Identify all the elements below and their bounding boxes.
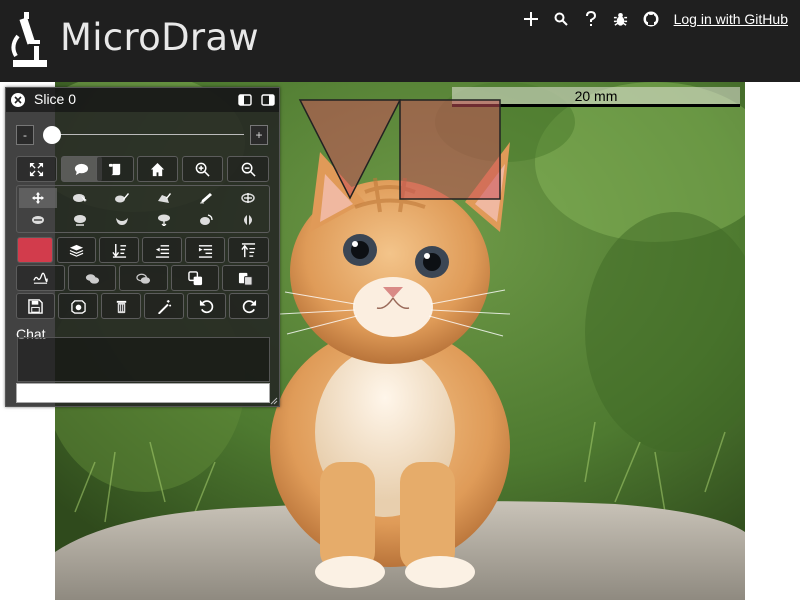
- delete-button[interactable]: [101, 293, 141, 319]
- shrink-region-icon: [116, 218, 128, 225]
- flip-tool-button[interactable]: [229, 210, 267, 230]
- draw-polygon-icon: [158, 193, 171, 203]
- undo-button[interactable]: [187, 293, 226, 319]
- notes-tool-button[interactable]: [96, 156, 134, 182]
- zoom-out-button[interactable]: [227, 156, 269, 182]
- move-tool-button[interactable]: [19, 188, 57, 208]
- rotate-tool-button[interactable]: [187, 210, 225, 230]
- sort-down-icon: [111, 243, 126, 258]
- zoom-in-icon: [195, 162, 210, 177]
- github-icon[interactable]: [640, 8, 662, 30]
- undo-icon: [199, 299, 214, 313]
- save-icon: [28, 298, 43, 314]
- sort-down-button[interactable]: [99, 237, 139, 263]
- select-tool-button[interactable]: [61, 188, 99, 208]
- redo-icon: [242, 299, 256, 313]
- help-icon[interactable]: [580, 8, 602, 30]
- app-header: MicroDraw Log in with GitHub: [0, 0, 800, 82]
- resize-handle-icon[interactable]: [270, 397, 278, 405]
- indent-more-button[interactable]: [185, 237, 225, 263]
- chat-input[interactable]: [16, 383, 270, 403]
- draw-polygon-tool-button[interactable]: [145, 188, 183, 208]
- slider-track[interactable]: [51, 134, 244, 135]
- zoom-out-icon: [241, 162, 256, 177]
- flip-region-icon: [244, 215, 252, 225]
- draw-tool-button[interactable]: [103, 188, 141, 208]
- github-login-link[interactable]: Log in with GitHub: [674, 11, 788, 27]
- simplify-icon: [33, 272, 48, 284]
- home-icon: [150, 162, 165, 176]
- slice-label: Slice 0: [34, 91, 77, 107]
- add-region-tool-button[interactable]: [145, 210, 183, 230]
- delete-point-tool-button[interactable]: [19, 210, 57, 230]
- delete-point-icon: [32, 216, 44, 224]
- tool-panel[interactable]: Slice 0 - + Chat: [5, 87, 280, 407]
- close-icon[interactable]: [11, 93, 25, 107]
- select-region-icon: [73, 194, 87, 202]
- draw-line-tool-button[interactable]: [187, 188, 225, 208]
- copy-icon: [187, 270, 202, 285]
- add-point-icon: [241, 193, 255, 203]
- paste-icon: [238, 272, 253, 286]
- dock-left-icon[interactable]: [238, 93, 252, 107]
- rotate-region-icon: [200, 214, 213, 225]
- sort-up-button[interactable]: [228, 237, 269, 263]
- scale-bar-label: 20 mm: [574, 88, 618, 104]
- chat-log: [17, 337, 270, 382]
- save-button[interactable]: [16, 293, 55, 319]
- fullscreen-icon: [29, 162, 44, 176]
- search-icon[interactable]: [550, 8, 572, 30]
- split-tool-button[interactable]: [61, 210, 99, 230]
- indent-more-icon: [198, 244, 212, 258]
- panel-header[interactable]: Slice 0: [6, 88, 279, 112]
- dock-right-icon[interactable]: [261, 93, 275, 107]
- layers-icon: [69, 244, 84, 257]
- trash-icon: [116, 300, 126, 313]
- slider-handle[interactable]: [43, 126, 61, 144]
- fullscreen-button[interactable]: [16, 156, 57, 182]
- union-button[interactable]: [68, 265, 116, 291]
- zoom-in-button[interactable]: [182, 156, 223, 182]
- slice-slider: - +: [16, 125, 272, 145]
- copy-region-button[interactable]: [171, 265, 219, 291]
- screenshot-button[interactable]: [58, 293, 98, 319]
- scale-bar: 20 mm: [452, 87, 740, 107]
- intersect-button[interactable]: [119, 265, 168, 291]
- screenshot-icon: [70, 299, 86, 314]
- split-region-icon: [74, 215, 86, 226]
- intersect-icon: [136, 273, 151, 284]
- simplify-button[interactable]: [16, 265, 65, 291]
- add-point-tool-button[interactable]: [229, 188, 267, 208]
- shrink-tool-button[interactable]: [103, 210, 141, 230]
- home-button[interactable]: [137, 156, 178, 182]
- drawing-tools-group: [16, 185, 270, 233]
- paste-region-button[interactable]: [222, 265, 269, 291]
- add-region-icon: [158, 214, 170, 226]
- sort-up-icon: [241, 242, 256, 257]
- slice-prev-button[interactable]: -: [16, 125, 34, 145]
- pencil-icon: [200, 193, 212, 204]
- layers-button[interactable]: [57, 237, 96, 263]
- draw-icon: [115, 193, 129, 203]
- magic-wand-button[interactable]: [144, 293, 184, 319]
- indent-less-button[interactable]: [142, 237, 182, 263]
- scroll-icon: [108, 163, 120, 175]
- top-nav: Log in with GitHub: [512, 8, 788, 30]
- slice-next-button[interactable]: +: [250, 125, 268, 145]
- chat-icon: [74, 163, 89, 175]
- bug-icon[interactable]: [610, 8, 632, 30]
- region-color-swatch[interactable]: [17, 237, 53, 263]
- microscope-logo-icon: [11, 12, 47, 67]
- redo-button[interactable]: [229, 293, 269, 319]
- plus-icon[interactable]: [520, 8, 542, 30]
- indent-less-icon: [155, 244, 169, 258]
- app-title: MicroDraw: [60, 16, 259, 59]
- union-icon: [85, 273, 99, 284]
- magic-wand-icon: [157, 299, 171, 314]
- move-icon: [32, 192, 44, 204]
